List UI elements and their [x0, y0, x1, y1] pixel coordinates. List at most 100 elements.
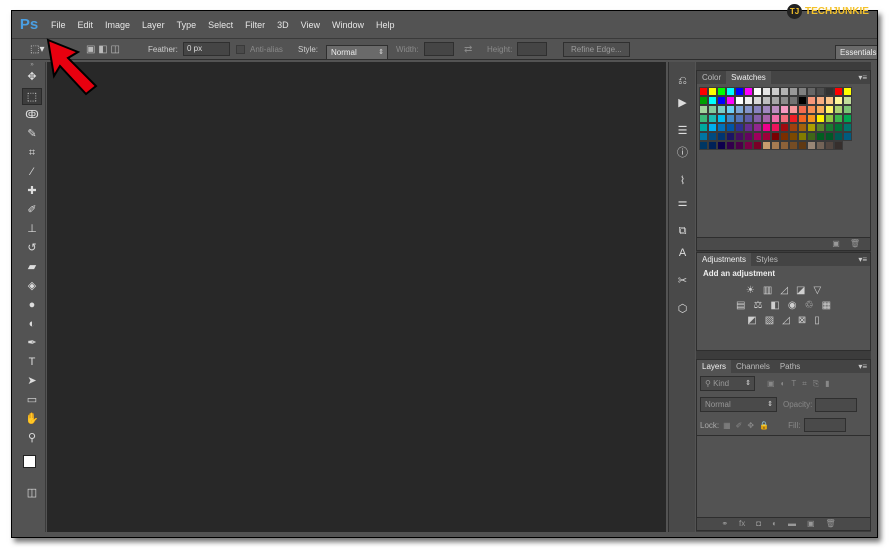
menu-layer[interactable]: Layer — [137, 20, 172, 30]
menu-filter[interactable]: Filter — [240, 20, 272, 30]
tab-paths[interactable]: Paths — [775, 360, 805, 373]
panel-menu-icon[interactable]: ▾≡ — [858, 360, 870, 373]
actions-icon[interactable]: ▶ — [669, 92, 696, 114]
swatch[interactable] — [807, 132, 816, 141]
type-tool-icon[interactable]: T — [22, 354, 42, 371]
swatch[interactable] — [708, 132, 717, 141]
swatch[interactable] — [717, 114, 726, 123]
new-layer-icon[interactable]: ▣ — [807, 518, 815, 530]
swatch[interactable] — [744, 96, 753, 105]
swatch[interactable] — [798, 141, 807, 150]
swatch[interactable] — [825, 96, 834, 105]
swatch[interactable] — [717, 123, 726, 132]
swatch[interactable] — [780, 87, 789, 96]
swatch[interactable] — [780, 114, 789, 123]
swatch[interactable] — [699, 114, 708, 123]
swatch[interactable] — [834, 87, 843, 96]
menu-select[interactable]: Select — [203, 20, 240, 30]
swatch[interactable] — [789, 132, 798, 141]
swatch[interactable] — [699, 132, 708, 141]
swatch[interactable] — [717, 132, 726, 141]
swatch[interactable] — [843, 87, 852, 96]
mask-icon[interactable]: ◘ — [756, 518, 761, 530]
swatch[interactable] — [762, 132, 771, 141]
style-select[interactable]: Normal — [326, 44, 388, 60]
swatch[interactable] — [762, 96, 771, 105]
fx-icon[interactable]: fx — [739, 518, 745, 530]
swatch[interactable] — [771, 123, 780, 132]
swatch[interactable] — [726, 96, 735, 105]
swatch[interactable] — [780, 105, 789, 114]
blur-tool-icon[interactable]: ● — [22, 297, 42, 314]
pen-tool-icon[interactable]: ✒ — [22, 335, 42, 352]
swatch[interactable] — [699, 123, 708, 132]
swatch[interactable] — [780, 123, 789, 132]
menu-view[interactable]: View — [296, 20, 327, 30]
curves-icon[interactable]: ◿ — [780, 285, 788, 296]
swatch[interactable] — [843, 105, 852, 114]
swatch[interactable] — [807, 123, 816, 132]
tool-presets-icon[interactable]: ✂ — [669, 270, 696, 292]
quick-selection-tool-icon[interactable]: ✎ — [22, 126, 42, 143]
refine-edge-button[interactable]: Refine Edge... — [563, 42, 630, 57]
swatch[interactable] — [798, 105, 807, 114]
swatch[interactable] — [735, 114, 744, 123]
swatch[interactable] — [834, 96, 843, 105]
panel-menu-icon[interactable]: ▾≡ — [858, 253, 870, 266]
menu-window[interactable]: Window — [327, 20, 371, 30]
brush-tool-icon[interactable]: ✐ — [22, 202, 42, 219]
swatch[interactable] — [771, 114, 780, 123]
swatch[interactable] — [753, 132, 762, 141]
swatch[interactable] — [708, 96, 717, 105]
swatch[interactable] — [717, 87, 726, 96]
blend-mode-select[interactable]: Normal — [700, 397, 777, 412]
swatch[interactable] — [789, 87, 798, 96]
gradient-map-icon[interactable]: ▯ — [814, 315, 820, 326]
swatch[interactable] — [708, 141, 717, 150]
selective-color-icon[interactable]: ⊠ — [798, 315, 806, 326]
swatch[interactable] — [771, 96, 780, 105]
swatch[interactable] — [726, 123, 735, 132]
swatch[interactable] — [699, 105, 708, 114]
panel-menu-icon[interactable]: ▾≡ — [858, 71, 870, 84]
swatch[interactable] — [825, 87, 834, 96]
swatch[interactable] — [762, 123, 771, 132]
width-input[interactable] — [424, 42, 454, 56]
opacity-input[interactable] — [815, 397, 858, 412]
swatch[interactable] — [789, 96, 798, 105]
swatch[interactable] — [699, 87, 708, 96]
swatch[interactable] — [726, 105, 735, 114]
quick-mask-icon[interactable]: ◫ — [22, 485, 42, 502]
tab-styles[interactable]: Styles — [751, 253, 783, 266]
lock-icons[interactable]: ▦✐✥🔒 — [723, 421, 774, 430]
swatch[interactable] — [762, 105, 771, 114]
swatch[interactable] — [771, 105, 780, 114]
swatch[interactable] — [807, 105, 816, 114]
feather-input[interactable]: 0 px — [183, 42, 230, 56]
swatch[interactable] — [816, 132, 825, 141]
swatch[interactable] — [744, 114, 753, 123]
healing-brush-tool-icon[interactable]: ✚ — [22, 183, 42, 200]
character-icon[interactable]: A — [669, 242, 696, 264]
workspace-select[interactable]: Essentials — [835, 44, 877, 60]
swatch[interactable] — [717, 105, 726, 114]
swatch[interactable] — [780, 132, 789, 141]
swatch[interactable] — [753, 87, 762, 96]
fill-input[interactable] — [803, 418, 846, 432]
tab-color[interactable]: Color — [697, 71, 726, 84]
swatch[interactable] — [735, 123, 744, 132]
filter-icons[interactable]: ▣◐T⌗⎘▮ — [767, 379, 836, 389]
swatch[interactable] — [834, 123, 843, 132]
swatch[interactable] — [735, 96, 744, 105]
swatch[interactable] — [744, 87, 753, 96]
swatch[interactable] — [834, 132, 843, 141]
tab-swatches[interactable]: Swatches — [726, 71, 771, 84]
swatch[interactable] — [708, 87, 717, 96]
swatch[interactable] — [834, 114, 843, 123]
swatch[interactable] — [798, 87, 807, 96]
swatch[interactable] — [798, 96, 807, 105]
vibrance-icon[interactable]: ▽ — [813, 285, 821, 296]
filter-kind-select[interactable]: ⚲ Kind — [700, 376, 755, 391]
swatch[interactable] — [789, 114, 798, 123]
swatch[interactable] — [762, 114, 771, 123]
